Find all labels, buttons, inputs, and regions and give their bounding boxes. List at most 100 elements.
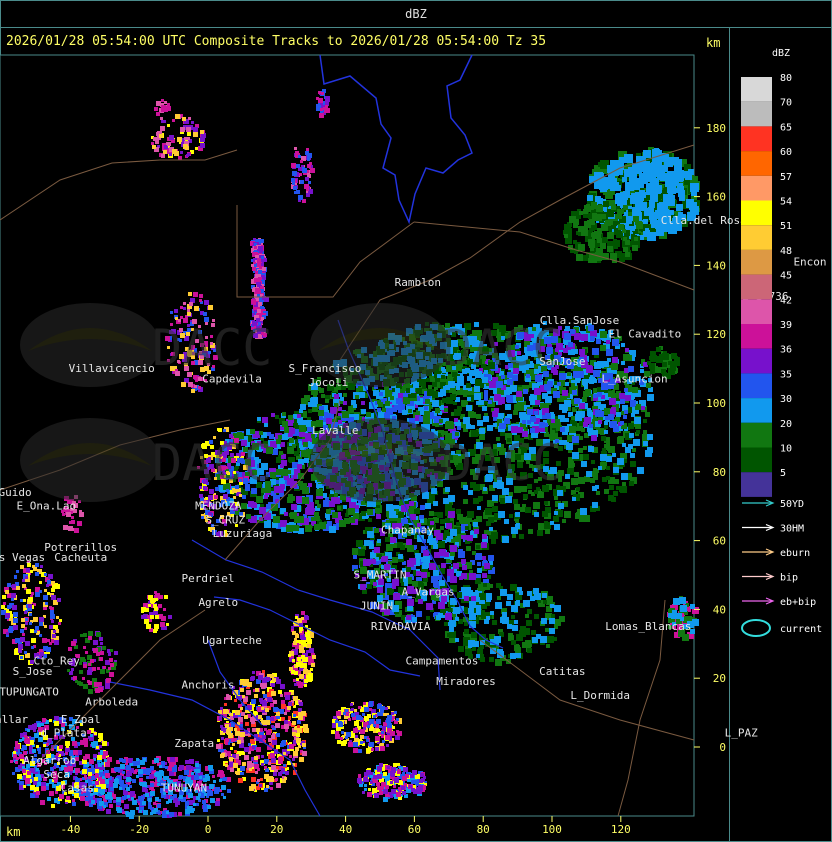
legend-swatch — [741, 472, 772, 497]
place-label: Jocoli — [309, 376, 349, 389]
legend-swatch — [741, 151, 772, 176]
legend-value: 48 — [780, 246, 792, 257]
legend-swatch — [741, 348, 772, 374]
x-tick-label: 80 — [477, 823, 490, 836]
x-tick-label: 120 — [611, 823, 631, 836]
legend-value: 45 — [780, 271, 792, 282]
place-label: Ugarteche — [202, 634, 262, 647]
y-tick-label: 140 — [706, 259, 726, 272]
place-label: Agrelo — [198, 596, 238, 609]
y-tick-label: 60 — [713, 535, 726, 548]
legend-value: 51 — [780, 221, 792, 232]
track-label: 30HM — [780, 524, 804, 535]
y-tick-label: 180 — [706, 122, 726, 135]
legend-value: 39 — [780, 320, 792, 331]
place-label: Perdriel — [182, 572, 235, 585]
legend-value: 65 — [780, 122, 792, 133]
place-label: S_Francisco — [289, 362, 362, 375]
x-tick-label: 100 — [542, 823, 562, 836]
window-title: dBZ — [405, 7, 427, 21]
x-tick-label: 0 — [205, 823, 212, 836]
place-label: Miradores — [436, 675, 496, 688]
place-label: Casas — [61, 782, 94, 795]
track-label: eburn — [780, 548, 810, 559]
x-tick-label: -40 — [60, 823, 80, 836]
place-label: Arboleda — [85, 696, 138, 709]
unit-label-bottom: km — [6, 825, 21, 839]
place-label: RIVADAVIA — [371, 620, 431, 633]
place-label: L_PAZ — [725, 727, 758, 740]
place-label: E_Ona.Lao — [17, 500, 77, 513]
place-label: Ramblon — [395, 276, 441, 289]
place-label: S_MARTIN — [354, 568, 407, 581]
place-label: Las Vegas — [0, 551, 45, 564]
place-label: S_Jose — [13, 665, 53, 678]
legend-value: 80 — [780, 73, 792, 84]
x-tick-label: 60 — [408, 823, 421, 836]
svg-text:DACC: DACC — [442, 319, 562, 377]
legend-value: 54 — [780, 197, 792, 208]
place-label: Gltallar — [0, 713, 28, 726]
legend-swatch — [741, 175, 772, 201]
y-tick-label: 80 — [713, 466, 726, 479]
place-label: E_Zpal — [61, 713, 101, 726]
place-label: Cacheuta — [54, 551, 107, 564]
legend-swatch — [741, 299, 772, 324]
place-label: SanJose — [539, 355, 585, 368]
y-tick-label: 120 — [706, 328, 726, 341]
place-label: Luzuriaga — [213, 527, 273, 540]
place-label: S_CRUZ — [205, 513, 245, 526]
legend-value: 60 — [780, 147, 792, 158]
legend-swatch — [741, 274, 772, 300]
place-label: Algarrob — [23, 754, 76, 767]
place-label: Villavicencio — [69, 362, 155, 375]
legend-swatch — [741, 101, 772, 127]
legend-swatch — [741, 200, 772, 226]
legend-value: 30 — [780, 394, 792, 405]
y-tick-label: 100 — [706, 397, 726, 410]
header-text: 2026/01/28 05:54:00 UTC Composite Tracks… — [6, 34, 547, 49]
legend-value: 42 — [780, 295, 792, 306]
legend-swatch — [741, 77, 772, 102]
place-label: Catitas — [539, 665, 585, 678]
place-label: Seca — [43, 768, 70, 781]
place-label: TUPUNGATO — [0, 685, 59, 698]
place-label: MENDOZA — [195, 500, 242, 513]
svg-text:DACC: DACC — [152, 319, 272, 377]
unit-label-top: km — [706, 36, 721, 50]
place-label: A_Vargas — [402, 586, 455, 599]
legend-value: 10 — [780, 444, 792, 455]
track-label: eb+bip — [780, 597, 816, 608]
legend-swatch — [741, 398, 772, 423]
place-label: L_Dormida — [570, 689, 630, 702]
place-label: Campamentos — [405, 654, 478, 667]
legend-title: dBZ — [772, 48, 791, 59]
track-label: bip — [780, 573, 798, 584]
x-tick-label: -20 — [129, 823, 149, 836]
place-label: El Cavadito — [608, 328, 681, 341]
legend-swatch — [741, 126, 772, 152]
svg-text:DACC: DACC — [152, 434, 272, 492]
place-label: d_Plata — [40, 727, 86, 740]
place-label: Lomas_Blancas — [605, 620, 691, 633]
legend-swatch — [741, 422, 772, 448]
y-tick-label: 20 — [713, 672, 726, 685]
legend-value: 70 — [780, 98, 792, 109]
legend-swatch — [741, 447, 772, 473]
place-label: JUNIN — [360, 599, 393, 612]
radar-window: DACC DACC DACC DACC Clla.del RosarioEnco… — [0, 0, 832, 842]
y-tick-label: 0 — [719, 741, 726, 754]
legend-value: 5 — [780, 468, 786, 479]
y-tick-label: 40 — [713, 603, 726, 616]
legend-value: 35 — [780, 369, 792, 380]
legend-swatch — [741, 324, 772, 349]
legend-swatch — [741, 249, 772, 275]
place-label: Anchoris — [182, 679, 235, 692]
track-label: 50YD — [780, 499, 804, 510]
place-label: Encon — [793, 255, 826, 268]
place-label: Chapanay — [381, 524, 434, 537]
legend-swatch — [741, 373, 772, 399]
y-tick-label: 160 — [706, 191, 726, 204]
legend-value: 20 — [780, 419, 792, 430]
legend-value: 36 — [780, 345, 792, 356]
